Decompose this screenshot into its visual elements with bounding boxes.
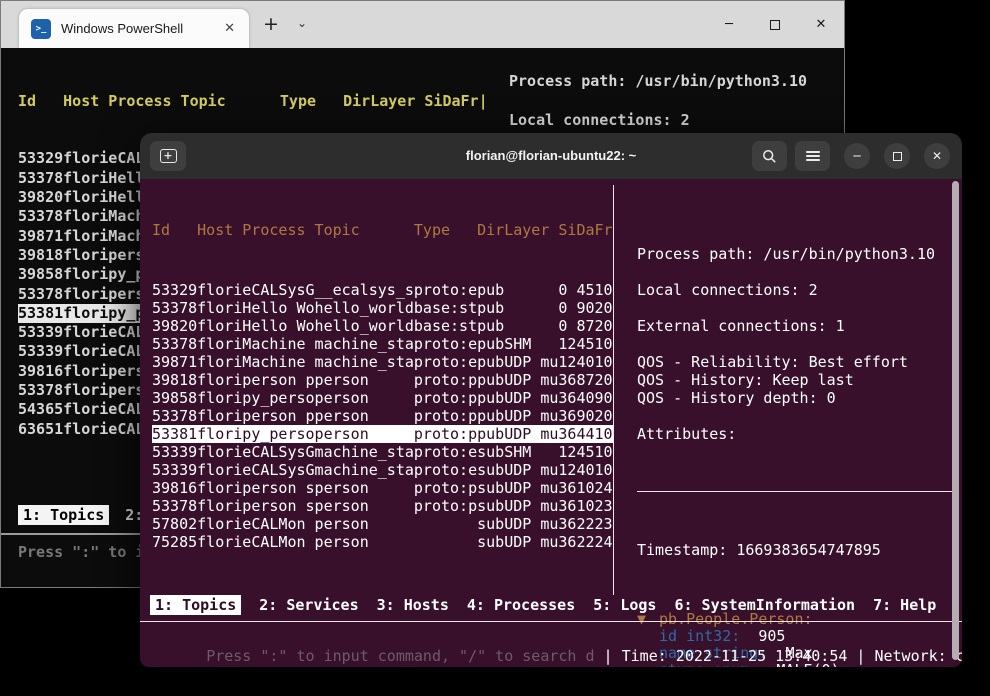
table-row[interactable]: 53339florieCALSysGmachine_staproto:esubS…	[152, 443, 613, 461]
table-row[interactable]: 53381floripy_p	[18, 304, 144, 323]
detail-line: QOS - History depth: 0	[637, 389, 955, 407]
powershell-tab[interactable]: >_ Windows PowerShell ✕	[19, 9, 249, 48]
table-row[interactable]: 75285florieCALMon person subUDP mu362224	[152, 533, 613, 551]
detail-line: Local connections: 2	[637, 281, 955, 299]
search-icon	[762, 149, 777, 164]
tab-1-topics[interactable]: 1: Topics	[18, 505, 109, 525]
timestamp: Timestamp: 1669383654747895	[637, 541, 955, 559]
table-row[interactable]: 39818floriperson pperson proto:ppubUDP m…	[152, 371, 613, 389]
powershell-icon: >_	[31, 19, 51, 39]
table-row[interactable]: 53378floriMachine machine_staproto:epubS…	[152, 335, 613, 353]
terminal-titlebar: + florian@florian-ubuntu22: ~ ─ ✕	[140, 133, 962, 179]
detail-line	[509, 91, 807, 110]
tab-6-systeminformation[interactable]: 6: SystemInformation	[674, 596, 855, 614]
tab-5-logs[interactable]: 5: Logs	[593, 596, 656, 614]
status-hint: Press ":" to input command, "/" to searc…	[206, 647, 603, 665]
maximize-icon	[770, 20, 780, 30]
table-row[interactable]: 53329florieCALSysG__ecalsys_sproto:epub …	[152, 281, 613, 299]
table-row[interactable]: 39858floripy_persoperson proto:ppubUDP m…	[152, 389, 613, 407]
tab-dropdown-icon[interactable]: ⌄	[297, 16, 307, 30]
table-row[interactable]: 53378floriperson pperson proto:ppubUDP m…	[152, 407, 613, 425]
new-tab-icon: +	[160, 149, 177, 163]
panel-separator	[613, 185, 614, 595]
detail-line: QOS - History: Keep last	[637, 371, 955, 389]
terminal-content: Id Host Process Topic Type DirLayer SiDa…	[140, 179, 962, 667]
table-row[interactable]: 39871floriMachine machine_staproto:epubU…	[152, 353, 613, 371]
titlebar-buttons: ─ ✕	[744, 141, 950, 171]
detail-line: Local connections: 2	[509, 111, 807, 130]
new-tab-button[interactable]: +	[263, 13, 279, 35]
maximize-button[interactable]	[752, 1, 798, 48]
topic-table-header: Id Host Process Topic Type DirLayer SiDa…	[152, 221, 613, 239]
status-bar: Press ":" to input command, "/" to searc…	[152, 629, 962, 667]
table-row[interactable]: 57802florieCALMon person subUDP mu362223	[152, 515, 613, 533]
table-row[interactable]: 53378floriperson sperson proto:psubUDP m…	[152, 497, 613, 515]
status-time-network: | Time: 2022-11-25 13:40:54 | Network: c…	[604, 647, 962, 665]
detail-line: Process path: /usr/bin/python3.10	[637, 245, 955, 263]
tab-close-icon[interactable]: ✕	[222, 21, 237, 36]
table-row[interactable]: 53378floriHello Wohello_worldbase:stpub …	[152, 299, 613, 317]
scrollbar[interactable]	[952, 181, 959, 660]
new-tab-button[interactable]: +	[150, 141, 186, 171]
detail-line	[637, 407, 955, 425]
search-button[interactable]	[752, 141, 787, 171]
close-button[interactable]: ✕	[798, 1, 844, 48]
window-controls: ─ ✕	[706, 1, 844, 48]
detail-panel: Process path: /usr/bin/python3.10 Local c…	[509, 72, 807, 130]
close-button[interactable]: ✕	[924, 143, 950, 169]
detail-line	[637, 299, 955, 317]
table-row[interactable]: 53339florieCALSysGmachine_staproto:esubU…	[152, 461, 613, 479]
hamburger-icon	[806, 151, 820, 161]
detail-line	[637, 335, 955, 353]
detail-line: Attributes:	[637, 425, 955, 443]
maximize-button[interactable]	[884, 143, 910, 169]
separator	[637, 491, 955, 492]
maximize-icon	[893, 152, 902, 161]
footer-tab-bar: 1: Topics 2: Services 3: Hosts 4: Processes…	[150, 596, 954, 614]
tab-4-processes[interactable]: 4: Processes	[467, 596, 575, 614]
tab-7-help[interactable]: 7: Help	[873, 596, 936, 614]
tab-3-hosts[interactable]: 3: Hosts	[377, 596, 449, 614]
tab-2-services[interactable]: 2: Services	[259, 596, 358, 614]
table-row[interactable]: 39816floriperson sperson proto:psubUDP m…	[152, 479, 613, 497]
table-row[interactable]: 53381floripy_persoperson proto:ppubUDP m…	[152, 425, 613, 443]
detail-line	[637, 263, 955, 281]
table-row[interactable]: 39820floriHello Wohello_worldbase:stpub …	[152, 317, 613, 335]
minimize-button[interactable]: ─	[844, 143, 870, 169]
separator	[140, 621, 962, 622]
gnome-terminal-window: + florian@florian-ubuntu22: ~ ─ ✕ Id Hos…	[140, 133, 962, 667]
detail-line: QOS - Reliability: Best effort	[637, 353, 955, 371]
detail-line: Process path: /usr/bin/python3.10	[509, 72, 807, 91]
detail-line: External connections: 1	[637, 317, 955, 335]
minimize-button[interactable]: ─	[706, 1, 752, 48]
menu-button[interactable]	[795, 141, 830, 171]
topic-table: Id Host Process Topic Type DirLayer SiDa…	[152, 185, 613, 551]
process-info: Process path: /usr/bin/python3.10 Local c…	[637, 245, 955, 443]
powershell-tab-title: Windows PowerShell	[61, 21, 212, 36]
topic-table-header: Id Host Process Topic Type DirLayer SiDa…	[18, 92, 488, 111]
powershell-titlebar: >_ Windows PowerShell ✕ + ⌄ ─ ✕	[1, 1, 844, 48]
tab-1-topics[interactable]: 1: Topics	[150, 595, 241, 615]
